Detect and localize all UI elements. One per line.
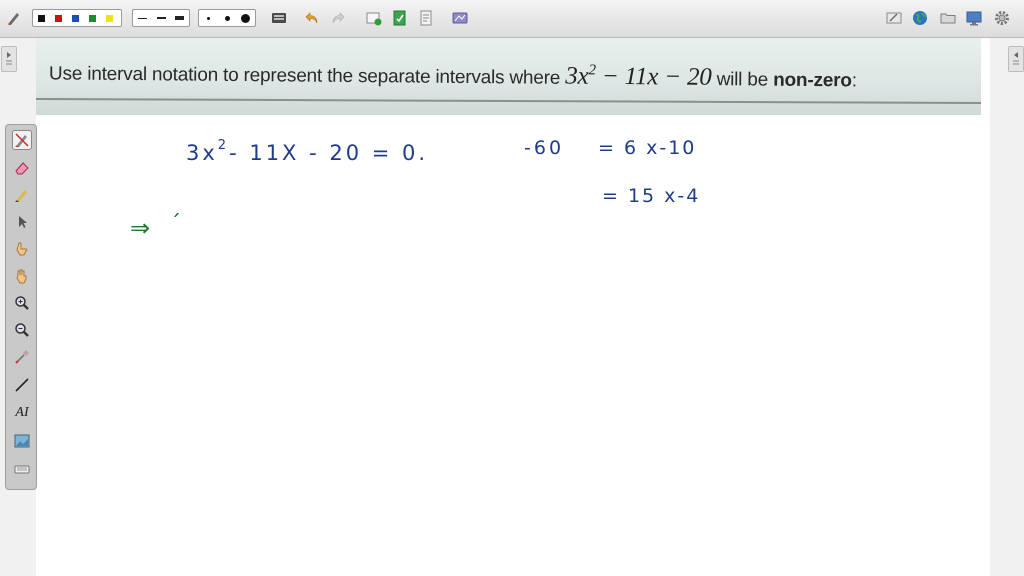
question-emphasis: non-zero (773, 69, 852, 92)
pan-hand-icon (16, 269, 27, 284)
question-middle: will be (711, 69, 774, 91)
swatch-black[interactable] (35, 11, 48, 25)
handwritten-factor-pair-2: = 15 x-4 (602, 185, 701, 207)
whiteboard-canvas[interactable] (36, 38, 990, 576)
color-picker-button[interactable] (12, 347, 32, 367)
pan-tool-button[interactable] (12, 266, 32, 286)
handwritten-implies-arrow: ⇒ (130, 214, 151, 242)
highlighter-tool-button[interactable] (12, 185, 32, 205)
select-arrow-icon (19, 216, 27, 228)
top-toolbar (0, 0, 1024, 38)
settings-gear-icon[interactable] (994, 10, 1010, 26)
chevron-right-icon (6, 52, 12, 65)
tool-palette: AI (5, 124, 37, 490)
line-tool-icon (15, 378, 29, 392)
question-banner: Use interval notation to represent the s… (36, 38, 981, 115)
new-page-icon[interactable] (366, 10, 382, 26)
point-size-large[interactable] (237, 11, 254, 25)
right-gutter (990, 38, 1024, 576)
chevron-left-icon (1013, 52, 1019, 65)
pen-tool-button[interactable] (12, 130, 32, 150)
handwritten-tick: ˊ (170, 212, 181, 237)
keyboard-tool-button[interactable] (12, 459, 32, 479)
keyboard-icon (14, 465, 30, 474)
question-text: Use interval notation to represent the s… (49, 58, 857, 93)
line-tool-button[interactable] (12, 375, 32, 395)
insert-page-icon[interactable] (392, 10, 408, 26)
swatch-red[interactable] (52, 11, 65, 25)
text-tool-icon: AI (15, 405, 29, 420)
line-width-thick[interactable] (172, 11, 187, 25)
eraser-tool-button[interactable] (12, 158, 32, 178)
globe-icon[interactable] (912, 10, 928, 26)
select-tool-button[interactable] (12, 212, 32, 232)
color-swatch-group (32, 9, 122, 27)
handwritten-equation: 3x2- 11X - 20 = 0. (186, 138, 429, 165)
zoom-out-button[interactable] (12, 320, 32, 340)
pen-settings-icon[interactable] (6, 10, 22, 26)
pointer-tool-button[interactable] (12, 239, 32, 259)
whiteboard-icon[interactable] (886, 10, 902, 26)
pen-tool-icon (15, 133, 29, 147)
zoom-in-button[interactable] (12, 293, 32, 313)
folder-icon[interactable] (940, 10, 956, 26)
point-size-medium[interactable] (219, 11, 236, 25)
handwritten-product: -60 (524, 137, 565, 159)
handwritten-factor-pair-1: = 6 x-10 (598, 137, 697, 159)
swatch-yellow[interactable] (103, 11, 116, 25)
previous-page-button[interactable] (1, 46, 17, 72)
equation-exponent: 2 (217, 138, 230, 153)
text-tool-button[interactable]: AI (12, 403, 32, 423)
swatch-green[interactable] (86, 11, 99, 25)
equation-rest: - 11X - 20 = 0. (229, 141, 429, 165)
image-tool-icon (14, 434, 30, 448)
equation-base: 3x (186, 141, 218, 165)
eraser-icon (15, 162, 29, 175)
line-width-medium[interactable] (154, 11, 169, 25)
undo-icon[interactable] (304, 10, 320, 26)
point-size-small[interactable] (200, 11, 217, 25)
question-suffix: : (851, 70, 857, 92)
expr-rest: − 11x − 20 (595, 63, 712, 92)
screen-capture-icon[interactable] (452, 10, 468, 26)
zoom-out-icon (15, 323, 29, 337)
highlighter-icon (15, 190, 27, 202)
point-size-group (198, 9, 256, 27)
redo-icon[interactable] (330, 10, 346, 26)
line-width-group (132, 9, 190, 27)
image-tool-button[interactable] (12, 431, 32, 451)
question-underline (36, 97, 981, 105)
line-width-thin[interactable] (135, 11, 150, 25)
clear-icon[interactable] (271, 10, 287, 26)
expr-base: 3x (565, 62, 589, 91)
document-icon[interactable] (418, 10, 434, 26)
page-options-button[interactable] (1008, 46, 1024, 72)
question-prefix: Use interval notation to represent the s… (48, 63, 566, 89)
pointer-hand-icon (16, 242, 28, 256)
zoom-in-icon (15, 296, 29, 310)
question-expression: 3x2 − 11x − 20 (565, 63, 712, 91)
display-icon[interactable] (966, 10, 982, 26)
swatch-blue[interactable] (69, 11, 82, 25)
color-picker-icon (15, 350, 29, 364)
